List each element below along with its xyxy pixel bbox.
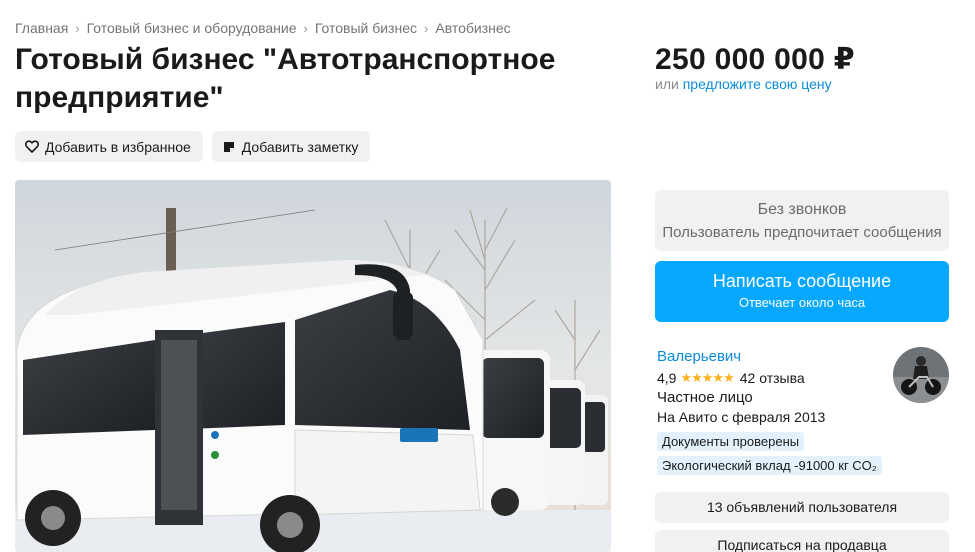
- seller-avatar[interactable]: [893, 347, 949, 403]
- no-calls-title: Без звонков: [757, 201, 847, 218]
- listing-title: Готовый бизнес "Автотранспортное предпри…: [15, 43, 556, 114]
- suggest-price-link[interactable]: предложите свою цену: [683, 76, 832, 92]
- response-time-label: Отвечает около часа: [738, 295, 866, 310]
- breadcrumb-ready-business[interactable]: Готовый бизнес: [315, 20, 417, 36]
- heart-icon: [25, 140, 39, 154]
- reviews-link[interactable]: 42 отзыва: [740, 370, 805, 386]
- seller-ads-button[interactable]: 13 объявлений пользователя: [655, 492, 949, 523]
- add-to-favorites-button[interactable]: Добавить в избранное: [15, 131, 203, 162]
- seller-since: На Авито с февраля 2013: [657, 409, 826, 425]
- write-message-button[interactable]: Написать сообщение Отвечает около часа: [655, 261, 949, 322]
- breadcrumb-auto-business[interactable]: Автобизнес: [435, 20, 510, 36]
- breadcrumb-separator: ›: [75, 20, 80, 36]
- seller-name[interactable]: Валерьевич: [657, 348, 741, 365]
- breadcrumb-business-equipment[interactable]: Готовый бизнес и оборудование: [87, 20, 297, 36]
- subscribe-seller-button[interactable]: Подписаться на продавца: [655, 530, 949, 552]
- offer-prefix: или: [655, 76, 679, 92]
- eco-contribution-badge[interactable]: Экологический вклад -91000 кг CO₂: [657, 456, 882, 475]
- add-note-label: Добавить заметку: [241, 138, 359, 155]
- no-calls-notice: Без звонков Пользователь предпочитает со…: [655, 190, 949, 251]
- note-icon: [222, 140, 236, 154]
- breadcrumb-separator: ›: [303, 20, 308, 36]
- seller-type: Частное лицо: [657, 389, 753, 406]
- listing-price: 250 000 000 ₽: [655, 43, 855, 76]
- listing-actions: Добавить в избранное Добавить заметку: [15, 131, 371, 162]
- add-to-favorites-label: Добавить в избранное: [45, 138, 191, 155]
- listing-photo[interactable]: [15, 180, 611, 552]
- write-message-label: Написать сообщение: [712, 271, 892, 291]
- documents-verified-badge: Документы проверены: [657, 432, 805, 451]
- breadcrumb: Главная › Готовый бизнес и оборудование …: [15, 20, 511, 36]
- breadcrumb-home[interactable]: Главная: [15, 20, 68, 36]
- rating-value: 4,9: [657, 370, 677, 386]
- rating-stars-icon: ★★★★★: [680, 370, 734, 385]
- price-offer: или предложите свою цену: [655, 76, 832, 92]
- add-note-button[interactable]: Добавить заметку: [211, 131, 371, 162]
- breadcrumb-separator: ›: [424, 20, 429, 36]
- no-calls-subtitle: Пользователь предпочитает сообщения: [662, 224, 942, 241]
- seller-rating: 4,9 ★★★★★ 42 отзыва: [657, 370, 805, 386]
